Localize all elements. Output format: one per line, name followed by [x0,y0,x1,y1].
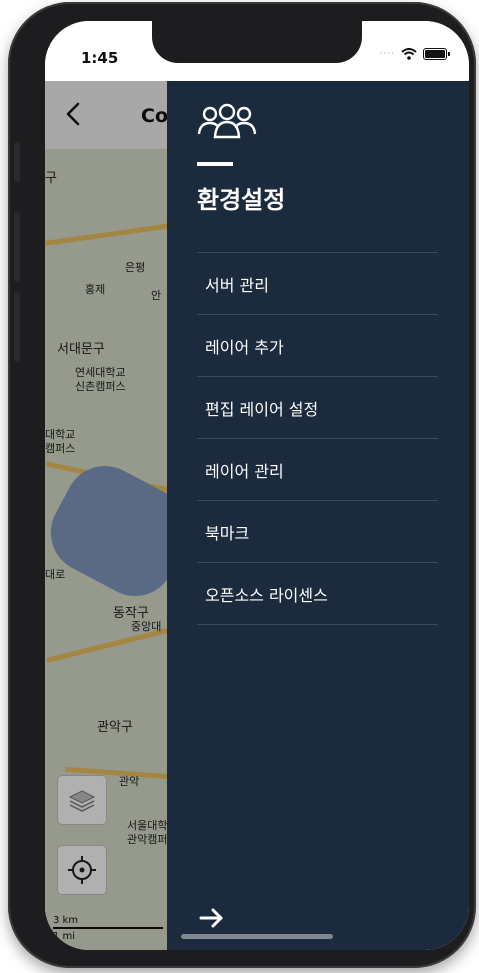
menu-item-label: 서버 관리 [205,275,269,295]
menu-item-label: 레이어 추가 [205,337,284,357]
signal-dots-icon: ···· [379,49,395,59]
arrow-right-icon[interactable] [197,903,227,933]
menu-item-open-source-licenses[interactable]: 오픈소스 라이센스 [197,563,438,625]
status-indicators: ···· [379,48,450,60]
settings-menu: 서버 관리 레이어 추가 편집 레이어 설정 레이어 관리 북마크 오픈소스 라… [197,252,438,625]
phone-frame: 1:45 ···· Co 구 은평 홍제 안 서대문구 연세대학교 신촌캠퍼스 … [8,2,476,968]
volume-up-button [14,212,20,282]
status-bar: 1:45 ···· [45,21,469,81]
menu-item-bookmarks[interactable]: 북마크 [197,501,438,563]
title-accent-bar [197,162,233,166]
mute-switch [14,142,20,182]
home-indicator[interactable] [181,934,333,939]
volume-down-button [14,292,20,362]
menu-item-layer-management[interactable]: 레이어 관리 [197,439,438,501]
settings-drawer: 환경설정 서버 관리 레이어 추가 편집 레이어 설정 레이어 관리 북마크 오… [167,81,469,950]
wifi-icon [401,48,417,60]
menu-item-label: 레이어 관리 [205,461,284,481]
drawer-title: 환경설정 [197,186,286,214]
notch [152,21,362,63]
menu-item-server-management[interactable]: 서버 관리 [197,253,438,315]
battery-icon [423,48,450,60]
screen: 1:45 ···· Co 구 은평 홍제 안 서대문구 연세대학교 신촌캠퍼스 … [45,21,469,950]
menu-item-label: 편집 레이어 설정 [205,399,319,419]
menu-item-edit-layer-settings[interactable]: 편집 레이어 설정 [197,377,438,439]
menu-item-label: 북마크 [205,523,250,543]
menu-item-label: 오픈소스 라이센스 [205,585,328,605]
status-time: 1:45 [81,49,119,67]
users-group-icon [197,103,257,139]
menu-item-add-layer[interactable]: 레이어 추가 [197,315,438,377]
